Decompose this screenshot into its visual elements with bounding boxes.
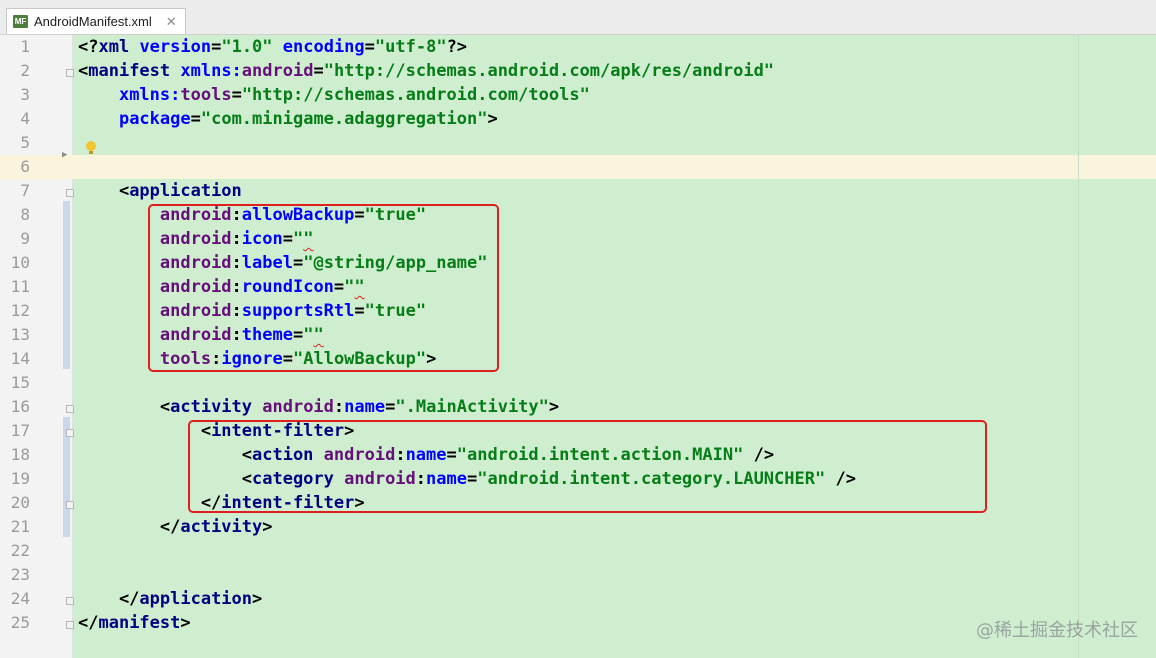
line-number: 24 — [10, 589, 30, 608]
line-number: 6 — [20, 157, 30, 176]
code-token: > — [180, 613, 191, 633]
code-token: > — [548, 397, 560, 417]
line-number: 4 — [20, 109, 30, 128]
code-token: = — [313, 61, 324, 81]
line-number: 8 — [20, 205, 30, 224]
code-token: xml — [98, 37, 140, 57]
right-margin-guide — [1078, 35, 1079, 658]
code-line[interactable]: </activity> — [78, 515, 273, 539]
fold-marker-icon[interactable] — [66, 501, 74, 509]
fold-marker-icon[interactable] — [66, 69, 74, 77]
code-token: manifest — [98, 613, 181, 633]
code-token: application — [139, 589, 253, 609]
line-number: 13 — [10, 325, 30, 344]
code-token: = — [385, 397, 396, 417]
fold-marker-icon[interactable] — [66, 189, 74, 197]
file-tab-androidmanifest[interactable]: MF AndroidManifest.xml ✕ — [6, 8, 186, 34]
code-line[interactable]: </manifest> — [78, 611, 191, 635]
line-number: 2 — [20, 61, 30, 80]
code-token: version — [139, 37, 212, 57]
code-line[interactable]: </application> — [78, 587, 262, 611]
code-token: activity — [180, 517, 263, 537]
code-token: = — [364, 37, 375, 57]
code-token: < — [78, 181, 130, 201]
code-token: "http://schemas.android.com/apk/res/andr… — [323, 61, 775, 81]
code-token: "http://schemas.android.com/tools" — [241, 85, 590, 105]
code-token: name — [344, 397, 386, 417]
code-token: ".MainActivity" — [395, 397, 549, 417]
code-token: xmlns: — [180, 61, 242, 81]
code-token: > — [252, 589, 263, 609]
code-token: xmlns: — [118, 85, 181, 105]
code-line[interactable]: package="com.minigame.adaggregation"> — [78, 107, 498, 131]
code-token: </ — [78, 613, 99, 633]
lightbulb-icon[interactable] — [86, 141, 96, 154]
code-token: tools — [180, 85, 232, 105]
line-number: 1 — [20, 37, 30, 56]
line-number: 12 — [10, 301, 30, 320]
fold-marker-icon[interactable] — [66, 621, 74, 629]
code-token: : — [333, 397, 345, 417]
code-token: </ — [78, 589, 140, 609]
code-token: > — [262, 517, 273, 537]
watermark: @稀土掘金技术社区 — [976, 620, 1138, 641]
line-number: 16 — [10, 397, 30, 416]
code-token: android — [262, 397, 334, 417]
code-token: "com.minigame.adaggregation" — [200, 109, 488, 129]
code-line[interactable]: xmlns:tools="http://schemas.android.com/… — [78, 83, 590, 107]
line-number: 17 — [10, 421, 30, 440]
line-number: 9 — [20, 229, 30, 248]
line-number: 25 — [10, 613, 30, 632]
code-token: < — [78, 397, 171, 417]
current-line-highlight — [0, 155, 1156, 179]
code-token: "utf-8" — [374, 37, 447, 57]
code-token: <? — [78, 37, 99, 57]
line-number: 20 — [10, 493, 30, 512]
file-tab-label: AndroidManifest.xml — [34, 14, 152, 29]
close-icon[interactable]: ✕ — [166, 14, 177, 30]
line-number: 23 — [10, 565, 30, 584]
line-number: 22 — [10, 541, 30, 560]
code-line[interactable]: <activity android:name=".MainActivity"> — [78, 395, 559, 419]
line-number: 11 — [10, 277, 30, 296]
highlight-box-application-attributes — [148, 204, 499, 372]
code-token: = — [190, 109, 201, 129]
manifest-file-icon: MF — [13, 15, 28, 28]
line-number: 7 — [20, 181, 30, 200]
code-token: encoding — [282, 37, 365, 57]
code-token: ?> — [446, 37, 468, 57]
code-token: = — [211, 37, 222, 57]
code-line[interactable]: <manifest xmlns:android="http://schemas.… — [78, 59, 774, 83]
line-number: 18 — [10, 445, 30, 464]
code-token: = — [231, 85, 242, 105]
highlight-box-intent-filter — [188, 420, 987, 513]
line-number: 19 — [10, 469, 30, 488]
code-token: </ — [78, 517, 181, 537]
code-token: application — [129, 181, 242, 201]
line-number: 10 — [10, 253, 30, 272]
code-token: < — [78, 61, 89, 81]
line-number: 14 — [10, 349, 30, 368]
code-line[interactable]: <application — [78, 179, 242, 203]
fold-marker-icon[interactable] — [66, 405, 74, 413]
editor-tab-bar: MF AndroidManifest.xml ✕ — [0, 0, 1156, 35]
code-token: activity — [170, 397, 263, 417]
code-token: package — [118, 109, 191, 129]
fold-marker-icon[interactable] — [66, 597, 74, 605]
fold-marker-icon[interactable] — [66, 429, 74, 437]
code-token: > — [487, 109, 498, 129]
line-number: 5 — [20, 133, 30, 152]
line-number: 15 — [10, 373, 30, 392]
line-number: 3 — [20, 85, 30, 104]
code-token: "1.0" — [221, 37, 283, 57]
gutter-arrow-icon[interactable]: ▶ — [62, 143, 67, 167]
code-line[interactable]: <?xml version="1.0" encoding="utf-8"?> — [78, 35, 467, 59]
code-token: manifest — [88, 61, 181, 81]
fold-region-indicator — [63, 201, 70, 369]
code-editor[interactable]: 1 2 3 4 5 6 7 8 9 10 11 12 13 14 15 16 17 18 19 20 21 22 23 24 2… — [0, 35, 1156, 658]
line-number: 21 — [10, 517, 30, 536]
code-token: android — [241, 61, 314, 81]
